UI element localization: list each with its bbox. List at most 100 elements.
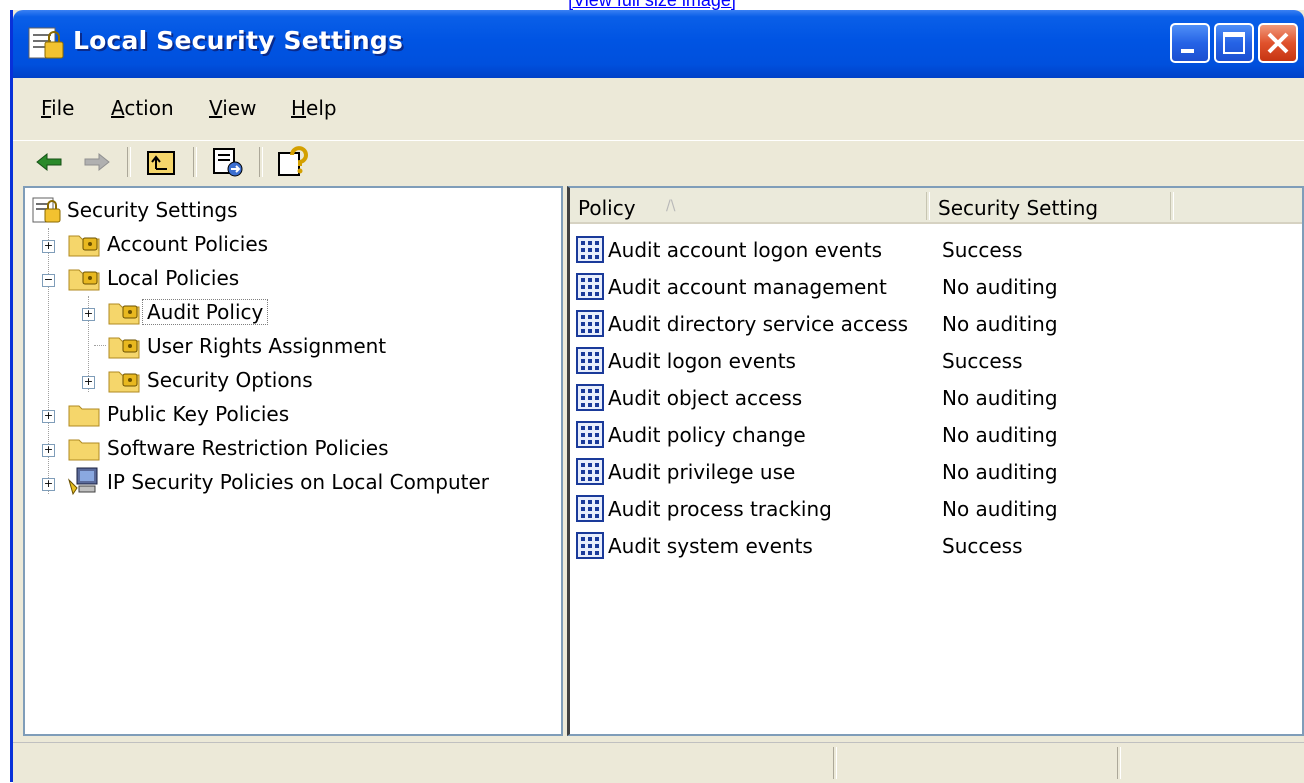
folder-lock-icon: [68, 269, 100, 291]
menu-help[interactable]: Help: [291, 96, 337, 120]
audit-policy-icon: [576, 384, 604, 411]
policy-name: Audit account logon events: [608, 238, 882, 262]
view-full-size-link-text[interactable]: [View full size image]: [568, 0, 736, 10]
tree-item-label: Account Policies: [107, 232, 269, 256]
audit-policy-icon: [576, 458, 604, 485]
policy-list-item[interactable]: Audit account logon events Success: [570, 232, 1302, 269]
policy-setting: Success: [942, 349, 1023, 373]
collapse-icon[interactable]: −: [42, 274, 55, 287]
policy-list-item[interactable]: Audit privilege use No auditing: [570, 454, 1302, 491]
menu-view[interactable]: View: [209, 96, 256, 120]
tree-item-software-restriction-policies[interactable]: + Software Restriction Policies: [37, 432, 537, 464]
expand-icon[interactable]: +: [42, 444, 55, 457]
tree-item-ip-security-policies[interactable]: + IP Security Policies on Local Computer: [37, 466, 557, 498]
policy-list-item[interactable]: Audit directory service access No auditin…: [570, 306, 1302, 343]
policy-name: Audit account management: [608, 275, 887, 299]
policy-name: Audit logon events: [608, 349, 796, 373]
audit-policy-icon: [576, 532, 604, 559]
tree-item-label: IP Security Policies on Local Computer: [107, 470, 490, 494]
audit-policy-icon: [576, 310, 604, 337]
tree-item-local-policies[interactable]: − Local Policies: [37, 262, 537, 294]
folder-icon: [68, 439, 100, 461]
up-one-level-button[interactable]: [143, 145, 179, 179]
policy-setting: No auditing: [942, 423, 1058, 447]
menu-action[interactable]: Action: [111, 96, 174, 120]
audit-policy-icon: [576, 273, 604, 300]
expand-icon[interactable]: +: [42, 410, 55, 423]
tree-item-label: Software Restriction Policies: [107, 436, 389, 460]
tree-item-public-key-policies[interactable]: + Public Key Policies: [37, 398, 537, 430]
view-full-size-link[interactable]: [View full size image]: [0, 0, 1304, 10]
policy-list-item[interactable]: Audit system events Success: [570, 528, 1302, 565]
help-button[interactable]: [275, 145, 311, 179]
menu-file-label: ile: [51, 96, 75, 120]
tree-item-security-options[interactable]: + Security Options: [77, 364, 537, 396]
tree-item-user-rights-assignment[interactable]: User Rights Assignment: [77, 330, 537, 362]
policy-list-item[interactable]: Audit process tracking No auditing: [570, 491, 1302, 528]
audit-policy-icon: [576, 347, 604, 374]
export-list-button[interactable]: [209, 145, 245, 179]
tree-item-label: Security Options: [147, 368, 313, 392]
forward-arrow-icon: [84, 152, 110, 172]
expand-icon[interactable]: +: [82, 376, 95, 389]
tree-item-label: User Rights Assignment: [147, 334, 387, 358]
menu-view-label: iew: [222, 96, 257, 120]
policy-setting: No auditing: [942, 497, 1058, 521]
tree-item-audit-policy[interactable]: + Audit Policy: [77, 296, 537, 328]
column-header-policy-label: Policy: [578, 196, 636, 220]
local-security-settings-window: Local Security Settings File Action View…: [10, 10, 1304, 783]
close-icon: [1267, 32, 1289, 54]
title-bar[interactable]: Local Security Settings: [13, 10, 1304, 78]
security-settings-icon: [28, 27, 64, 59]
policy-setting: Success: [942, 534, 1023, 558]
menu-help-label: elp: [306, 96, 337, 120]
column-header-policy[interactable]: Policy /\: [570, 188, 926, 224]
folder-icon: [68, 405, 100, 427]
status-bar: [13, 742, 1304, 783]
tree-item-account-policies[interactable]: + Account Policies: [37, 228, 537, 260]
folder-lock-icon: [108, 303, 140, 325]
expand-icon[interactable]: +: [42, 478, 55, 491]
expand-icon[interactable]: +: [82, 308, 95, 321]
policy-setting: No auditing: [942, 460, 1058, 484]
status-bar-separator: [833, 747, 837, 779]
policy-name: Audit process tracking: [608, 497, 832, 521]
close-button[interactable]: [1258, 23, 1298, 63]
maximize-icon: [1223, 32, 1245, 54]
policy-name: Audit object access: [608, 386, 803, 410]
toolbar-separator: [193, 147, 197, 177]
minimize-button[interactable]: [1170, 23, 1210, 63]
policy-list-item[interactable]: Audit logon events Success: [570, 343, 1302, 380]
column-header-security-setting[interactable]: Security Setting: [930, 188, 1170, 224]
folder-lock-icon: [68, 235, 100, 257]
minimize-icon: [1181, 49, 1194, 53]
menu-bar: File Action View Help: [13, 78, 1304, 140]
policy-list-item[interactable]: Audit object access No auditing: [570, 380, 1302, 417]
audit-policy-icon: [576, 495, 604, 522]
policy-list-item[interactable]: Audit account management No auditing: [570, 269, 1302, 306]
details-pane: Policy /\ Security Setting Audit account…: [567, 186, 1304, 736]
tree-item-label: Public Key Policies: [107, 402, 290, 426]
maximize-button[interactable]: [1214, 23, 1254, 63]
console-tree[interactable]: Security Settings + Account Policies − L…: [23, 186, 563, 736]
window-title: Local Security Settings: [73, 26, 404, 55]
policy-setting: No auditing: [942, 312, 1058, 336]
policy-list-item[interactable]: Audit policy change No auditing: [570, 417, 1302, 454]
back-button[interactable]: [31, 145, 67, 179]
help-icon: [278, 146, 308, 176]
ip-security-computer-icon: [67, 467, 98, 496]
expand-icon[interactable]: +: [42, 240, 55, 253]
menu-file-accel: F: [41, 96, 52, 120]
policy-setting: No auditing: [942, 386, 1058, 410]
back-arrow-icon: [36, 152, 62, 172]
sort-ascending-icon: /\: [666, 198, 676, 214]
toolbar-separator: [259, 147, 263, 177]
toolbar: [13, 140, 1304, 185]
folder-lock-icon: [108, 371, 140, 393]
policy-name: Audit system events: [608, 534, 813, 558]
menu-view-accel: V: [209, 96, 223, 120]
column-divider[interactable]: [1170, 192, 1174, 220]
forward-button[interactable]: [79, 145, 115, 179]
menu-file[interactable]: File: [41, 96, 74, 120]
menu-action-label: ction: [124, 96, 174, 120]
